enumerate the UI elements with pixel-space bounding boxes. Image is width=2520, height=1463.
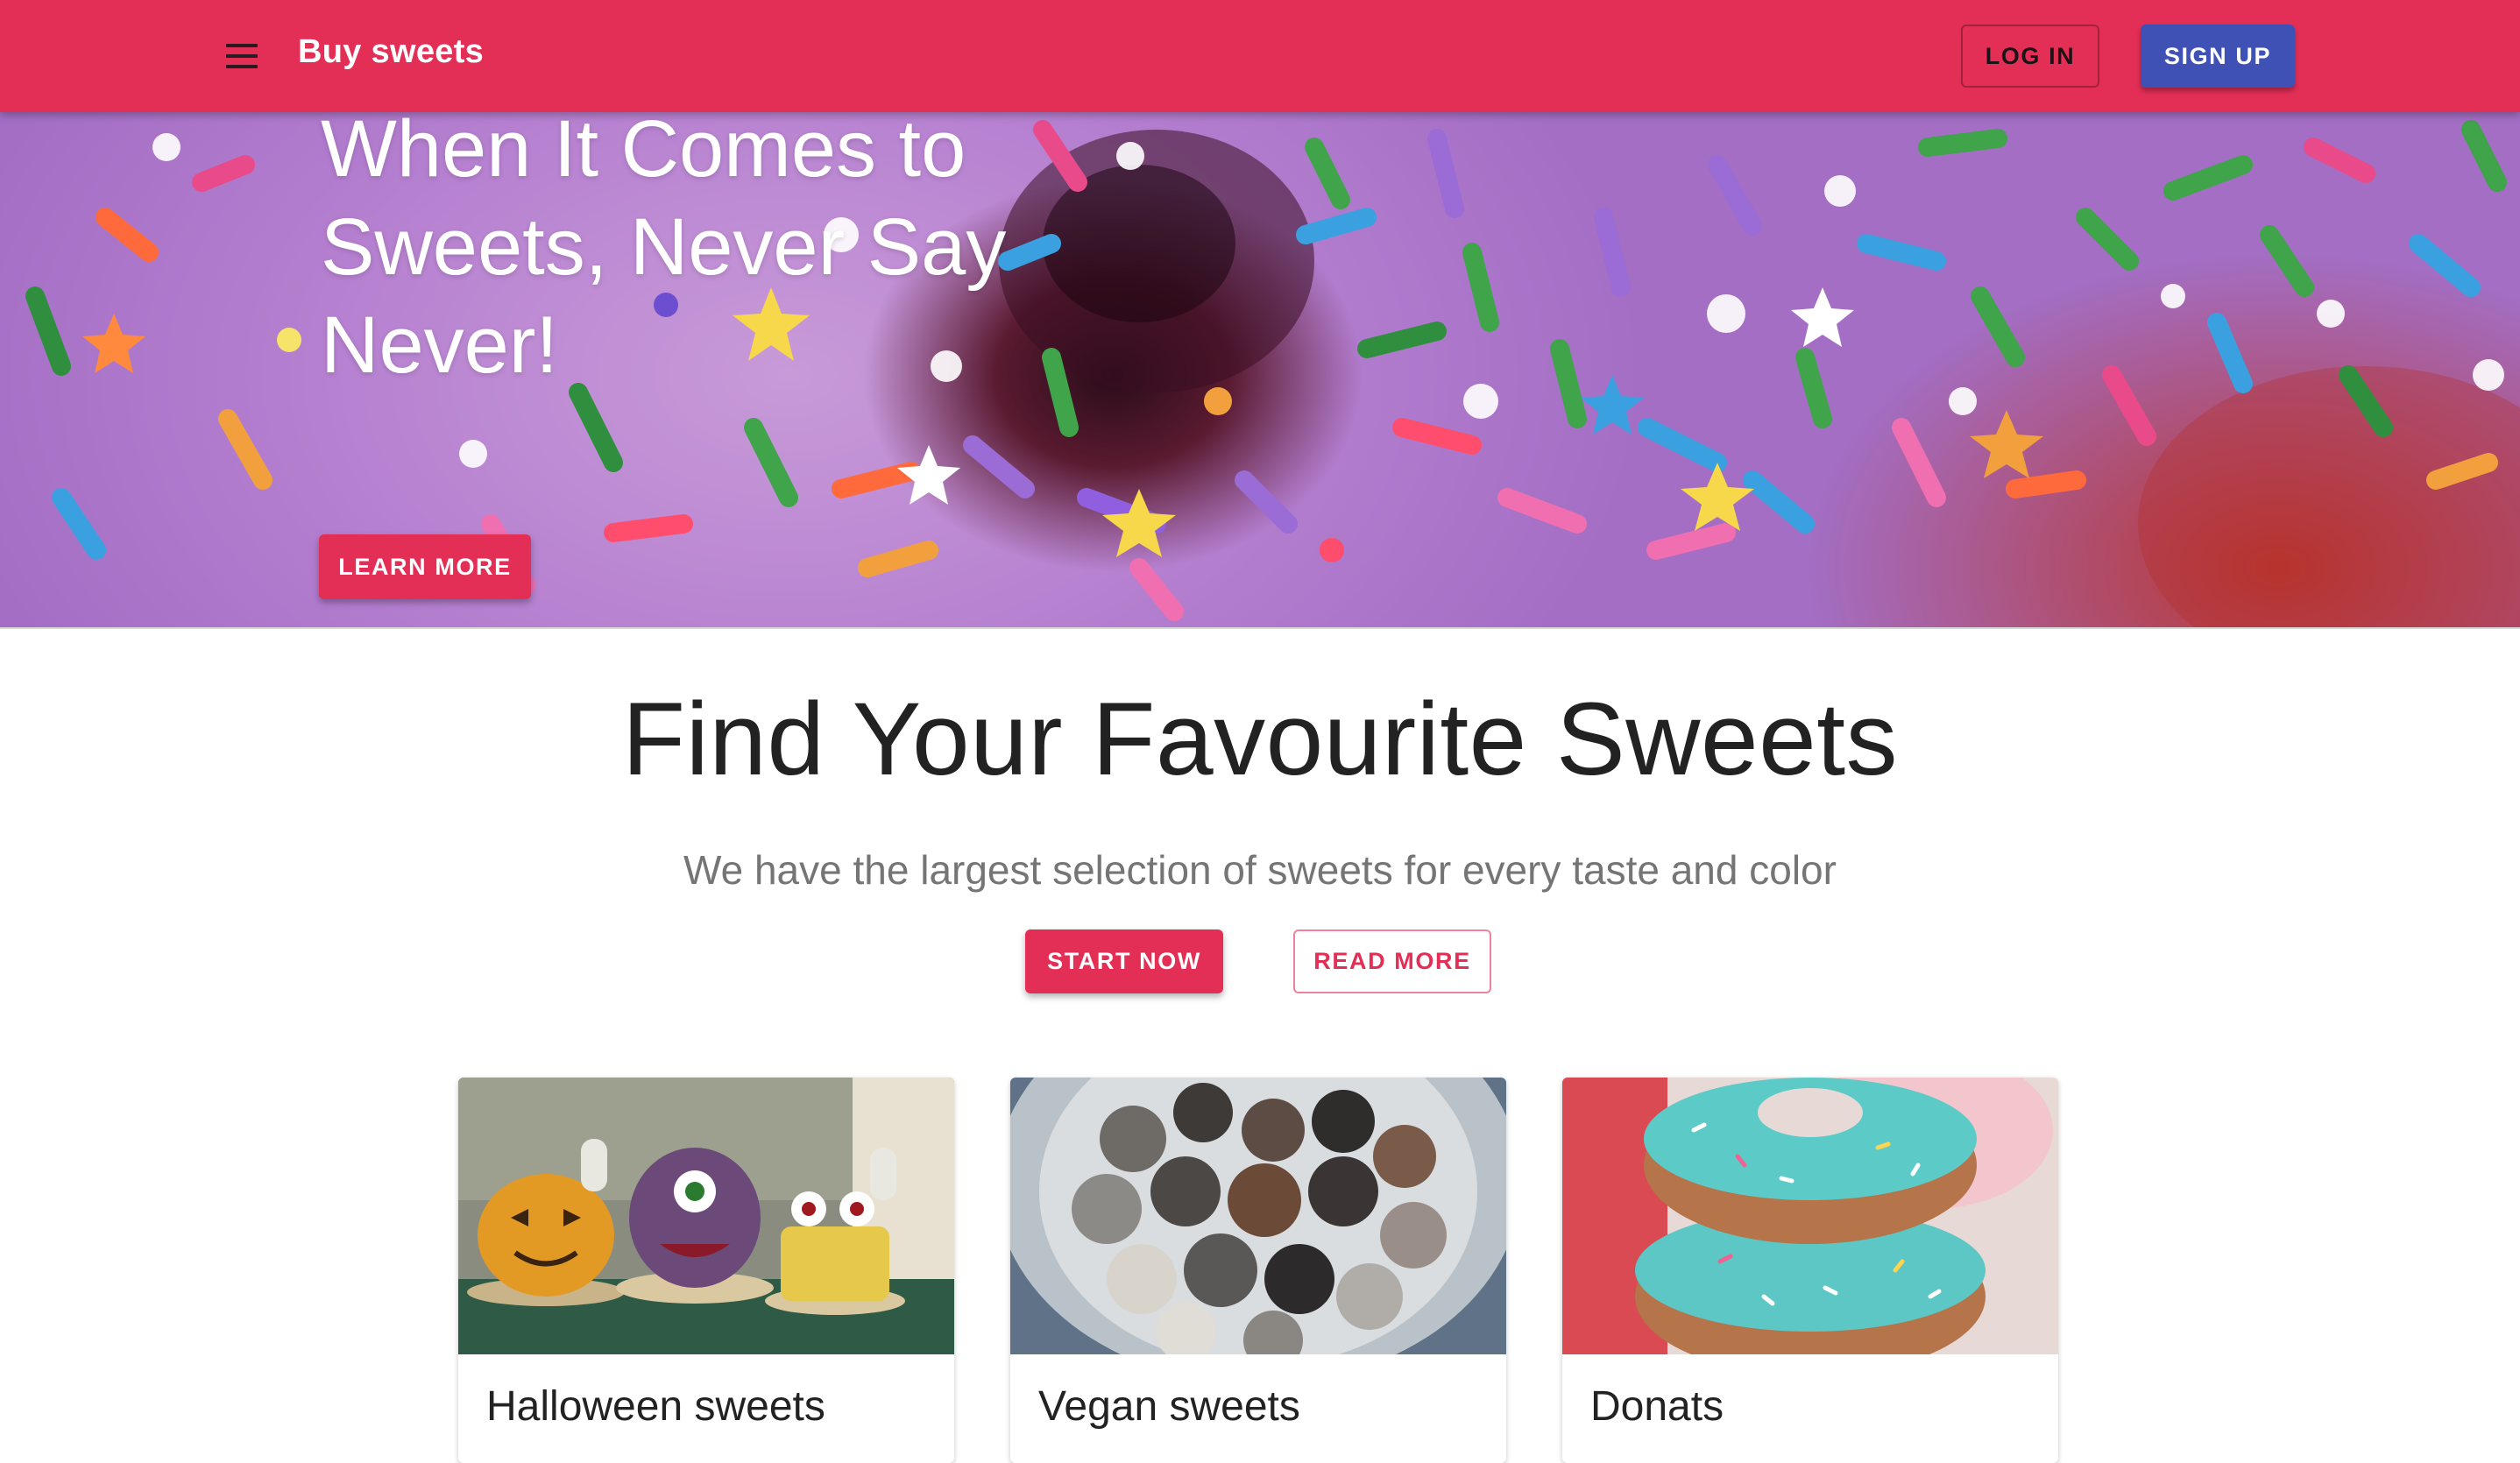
hero-title: When It Comes to Sweets, Never Say Never… — [321, 112, 1007, 390]
login-button[interactable]: LOG IN — [1961, 25, 2099, 88]
hero-banner: When It Comes to Sweets, Never Say Never… — [0, 112, 2520, 629]
read-more-button[interactable]: READ MORE — [1293, 929, 1491, 993]
card-donats[interactable]: Donats — [1562, 1078, 2058, 1463]
card-title: Vegan sweets — [1038, 1383, 1300, 1430]
card-halloween[interactable]: Halloween sweets — [458, 1078, 954, 1463]
vegan-sweets-image — [1010, 1078, 1506, 1354]
card-vegan[interactable]: Vegan sweets — [1010, 1078, 1506, 1463]
learn-more-button[interactable]: LEARN MORE — [319, 534, 531, 599]
donats-image — [1562, 1078, 2058, 1354]
menu-icon[interactable] — [217, 35, 266, 77]
card-title: Donats — [1590, 1383, 1724, 1430]
signup-button[interactable]: SIGN UP — [2141, 25, 2295, 88]
card-title: Halloween sweets — [486, 1383, 825, 1430]
halloween-sweets-image — [458, 1078, 954, 1354]
start-now-button[interactable]: START NOW — [1025, 929, 1223, 993]
app-bar: Buy sweets LOG IN SIGN UP — [0, 0, 2520, 112]
page-subtitle: We have the largest selection of sweets … — [683, 847, 1837, 893]
page-title: Find Your Favourite Sweets — [621, 682, 1899, 797]
brand-title[interactable]: Buy sweets — [298, 33, 484, 71]
